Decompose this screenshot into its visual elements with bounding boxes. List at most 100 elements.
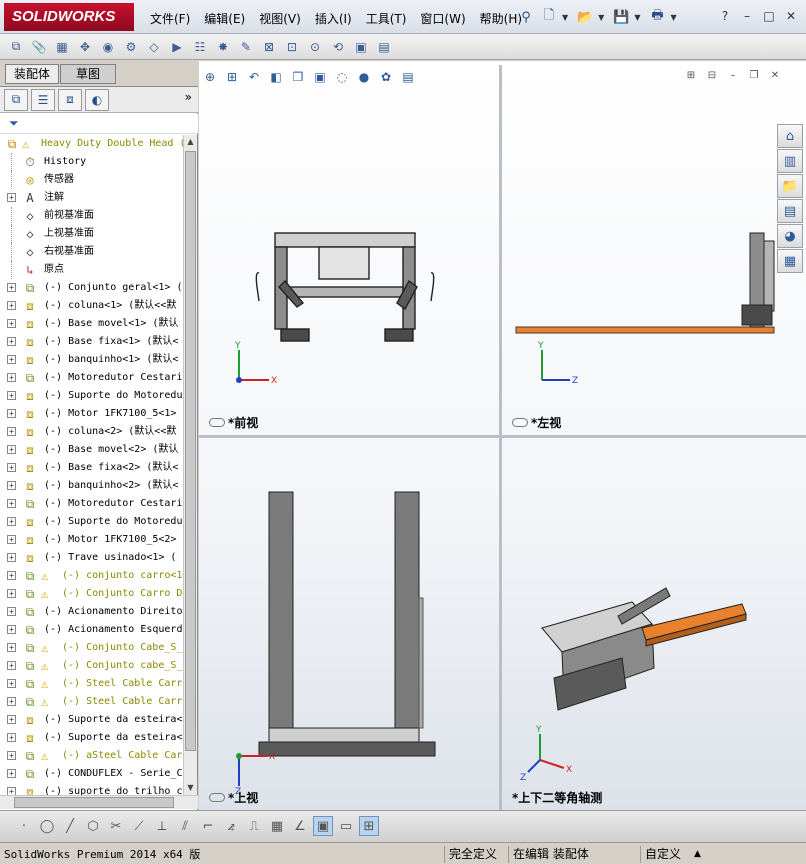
- tree-horizontal-scrollbar[interactable]: [0, 795, 198, 809]
- expand-toggle-icon[interactable]: +: [7, 283, 16, 292]
- tree-item[interactable]: + ⧉ ⚠ (-) Steel Cable Carr: [0, 693, 183, 711]
- tree-item[interactable]: + ⧈ (-) Base movel<1> (默认: [0, 315, 183, 333]
- snapshot-icon[interactable]: ▤: [374, 37, 394, 57]
- chevron-down-icon[interactable]: ▼: [598, 13, 604, 22]
- new-motion-study-icon[interactable]: ▶: [167, 37, 187, 57]
- display-manager-tab-icon[interactable]: ◐: [85, 88, 109, 111]
- tree-item[interactable]: + ⧉ ⚠ (-) Conjunto Cabe_S_: [0, 639, 183, 657]
- explode-line-sketch-icon[interactable]: ✎: [236, 37, 256, 57]
- tree-item[interactable]: ◇ 右视基准面: [0, 243, 183, 261]
- tree-item[interactable]: + ⧈ (-) Base movel<2> (默认: [0, 441, 183, 459]
- expand-toggle-icon[interactable]: +: [7, 733, 16, 742]
- hole-alignment-icon[interactable]: ⊙: [305, 37, 325, 57]
- expand-toggle-icon[interactable]: +: [7, 427, 16, 436]
- interference-detection-icon[interactable]: ⊠: [259, 37, 279, 57]
- chevron-down-icon[interactable]: ▼: [634, 13, 640, 22]
- minimize-button[interactable]: –: [736, 7, 758, 25]
- tree-item[interactable]: ⏱ History: [0, 153, 183, 171]
- tree-item[interactable]: + ⧈ (-) Base fixa<2> (默认<: [0, 459, 183, 477]
- link-views-icon[interactable]: [512, 418, 528, 427]
- open-folder-icon[interactable]: 📂: [575, 7, 595, 27]
- expand-toggle-icon[interactable]: +: [7, 751, 16, 760]
- menu-insert[interactable]: 插入(I): [311, 9, 356, 28]
- expand-toggle-icon[interactable]: +: [7, 697, 16, 706]
- expand-toggle-icon[interactable]: +: [7, 661, 16, 670]
- property-manager-tab-icon[interactable]: ☰: [31, 88, 55, 111]
- help-button[interactable]: ?: [714, 7, 736, 25]
- single-view-icon[interactable]: ▭: [336, 816, 356, 836]
- expand-toggle-icon[interactable]: +: [7, 373, 16, 382]
- tree-item[interactable]: + ⧈ (-) coluna<1> (默认<<默: [0, 297, 183, 315]
- expand-toggle-icon[interactable]: +: [7, 319, 16, 328]
- tree-item[interactable]: ◇ 前视基准面: [0, 207, 183, 225]
- tab-sketch[interactable]: 草图: [60, 64, 116, 84]
- expand-toggle-icon[interactable]: +: [7, 679, 16, 688]
- tree-item[interactable]: + ⧉ (-) Conjunto geral<1> (: [0, 279, 183, 297]
- tree-item[interactable]: + ⧉ ⚠ (-) conjunto carro<1: [0, 567, 183, 585]
- link-views-icon[interactable]: [209, 793, 225, 802]
- trim-icon[interactable]: ✂: [106, 816, 126, 836]
- tree-item[interactable]: + ⧈ (-) banquinho<2> (默认<: [0, 477, 183, 495]
- point-icon[interactable]: ·: [14, 816, 34, 836]
- design-library-icon[interactable]: ▥: [777, 149, 803, 173]
- restore-view-button[interactable]: ❐: [746, 69, 762, 83]
- feature-manager-tab-icon[interactable]: ⧉: [4, 88, 28, 111]
- expand-toggle-icon[interactable]: +: [7, 787, 16, 795]
- tree-item[interactable]: + ⧈ (-) Trave usinado<1> (: [0, 549, 183, 567]
- tree-item[interactable]: ◎ 传感器: [0, 171, 183, 189]
- expand-toggle-icon[interactable]: +: [7, 337, 16, 346]
- tree-vertical-scrollbar[interactable]: ▲ ▼: [183, 135, 197, 795]
- insert-component-icon[interactable]: ⧉: [6, 37, 26, 57]
- expand-toggle-icon[interactable]: +: [7, 481, 16, 490]
- expand-toggle-icon[interactable]: +: [7, 193, 16, 202]
- tree-item[interactable]: + ⧈ (-) Suporte da esteira<: [0, 729, 183, 747]
- tree-item[interactable]: + ⧈ (-) Suporte do Motoredu: [0, 387, 183, 405]
- print-icon[interactable]: 🖶: [647, 7, 667, 27]
- menu-edit[interactable]: 编辑(E): [200, 9, 249, 28]
- circle-icon[interactable]: ◯: [37, 816, 57, 836]
- tree-item[interactable]: + ⧈ (-) Base fixa<1> (默认<: [0, 333, 183, 351]
- graphics-area[interactable]: ⊕ ⊞ ↶ ◧ ❒ ▣ ◌ ● ✿ ▤ Y X *前视 Y Z *左视 X Z …: [199, 61, 806, 810]
- polygon-icon[interactable]: ⬡: [83, 816, 103, 836]
- show-hidden-icon[interactable]: ◉: [98, 37, 118, 57]
- angle-icon[interactable]: ∠: [290, 816, 310, 836]
- tree-item[interactable]: + ⧉ ⚠ (-) Conjunto cabe_S_: [0, 657, 183, 675]
- pin-icon[interactable]: ⚲: [516, 7, 536, 27]
- link-views-icon[interactable]: [209, 418, 225, 427]
- expand-toggle-icon[interactable]: +: [7, 571, 16, 580]
- viewport-isometric[interactable]: Y X Z *上下二等角轴测: [502, 438, 806, 810]
- tree-item[interactable]: + ⧉ ⚠ (-) Conjunto Carro D: [0, 585, 183, 603]
- tree-item[interactable]: ↳ 原点: [0, 261, 183, 279]
- grid-icon[interactable]: ▦: [267, 816, 287, 836]
- expand-toggle-icon[interactable]: +: [7, 499, 16, 508]
- 3d-sketch-icon[interactable]: ▣: [313, 816, 333, 836]
- mirror-icon[interactable]: ⟂: [152, 816, 172, 836]
- scroll-thumb[interactable]: [14, 797, 174, 808]
- tree-item[interactable]: + ⧉ (-) Acionamento Direito: [0, 603, 183, 621]
- expand-toggle-icon[interactable]: +: [7, 355, 16, 364]
- maximize-button[interactable]: □: [758, 7, 780, 25]
- expand-toggle-icon[interactable]: +: [7, 535, 16, 544]
- convert-entities-icon[interactable]: ⎍: [244, 816, 264, 836]
- viewport-top[interactable]: X Z *上视: [199, 438, 499, 810]
- expand-toggle-icon[interactable]: +: [7, 445, 16, 454]
- close-button[interactable]: ✕: [780, 7, 802, 25]
- tree-item[interactable]: + A 注解: [0, 189, 183, 207]
- viewport-front[interactable]: Y X *前视: [199, 65, 499, 435]
- move-component-icon[interactable]: ✥: [75, 37, 95, 57]
- chamfer-icon[interactable]: ⦨: [221, 816, 241, 836]
- menu-file[interactable]: 文件(F): [146, 9, 194, 28]
- tree-item[interactable]: + ⧉ (-) CONDUFLEX - Serie_C: [0, 765, 183, 783]
- line-icon[interactable]: ╱: [60, 816, 80, 836]
- expand-toggle-icon[interactable]: +: [7, 463, 16, 472]
- fillet-icon[interactable]: ⌐: [198, 816, 218, 836]
- expand-toggle-icon[interactable]: +: [7, 625, 16, 634]
- assembly-features-icon[interactable]: ⚙: [121, 37, 141, 57]
- new-document-icon[interactable]: 🗋: [539, 7, 559, 27]
- expand-toggle-icon[interactable]: +: [7, 715, 16, 724]
- close-view-button[interactable]: ✕: [767, 69, 783, 83]
- bill-of-materials-icon[interactable]: ☷: [190, 37, 210, 57]
- tree-item[interactable]: + ⧉ ⚠ (-) Steel Cable Carr: [0, 675, 183, 693]
- exploded-view-icon[interactable]: ✸: [213, 37, 233, 57]
- units-dropdown-icon[interactable]: ▲: [694, 846, 701, 863]
